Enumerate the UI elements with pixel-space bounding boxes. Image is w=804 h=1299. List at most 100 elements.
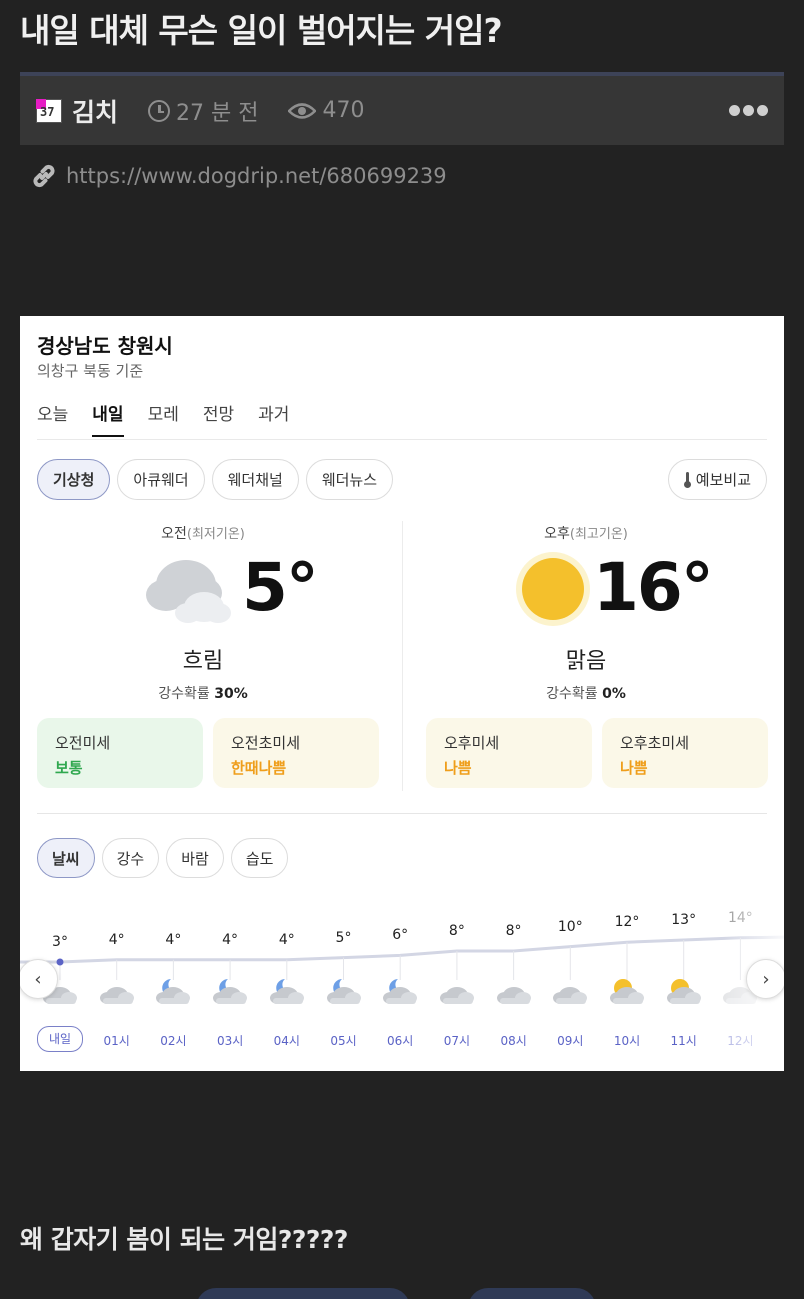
post-title: 내일 대체 무슨 일이 벌어지는 거임? (20, 11, 503, 50)
hourly-forecast: 3° 내일 4° 01시 4° 02시 4° 03시 4° 04시 5° 05시 6° 06시 8° 07시 8… (20, 906, 784, 1056)
more-options-icon[interactable] (729, 105, 768, 116)
hourly-item: 4° 03시 (202, 906, 258, 1056)
recommend-button[interactable] (196, 1288, 410, 1299)
hourly-temp: 4° (278, 931, 295, 948)
cloud-moon-icon (269, 979, 304, 1004)
weather-card: 경상남도 창원시 의창구 북동 기준 오늘 내일 모레 전망 과거 기상청 아큐… (20, 316, 784, 1071)
am-condition: 흐림 (182, 649, 224, 674)
pm-ultrafine-dust[interactable]: 오후초미세 나쁨 (602, 718, 768, 788)
tabs-divider (37, 439, 767, 440)
day-tabs: 오늘 내일 모레 전망 과거 (37, 400, 289, 437)
author-level-badge: 37 (36, 98, 62, 123)
hourly-time[interactable]: 내일 (37, 1026, 83, 1052)
sun-icon (516, 552, 590, 626)
source-chip-accuweather[interactable]: 아큐웨더 (117, 459, 205, 500)
pm-condition: 맑음 (565, 649, 607, 674)
hourly-temp: 4° (165, 931, 182, 948)
source-chip-weatherchannel[interactable]: 웨더채널 (211, 459, 299, 500)
tab-day-after[interactable]: 모레 (148, 400, 179, 437)
tab-today[interactable]: 오늘 (37, 400, 68, 437)
view-count-text: 470 (322, 98, 365, 123)
metric-tab-precipitation[interactable]: 강수 (101, 838, 160, 878)
cloud-icon (439, 987, 474, 1004)
hourly-temp: 8° (505, 923, 522, 939)
hourly-time: 07시 (443, 1034, 471, 1048)
cloud-icon (146, 560, 231, 623)
hourly-time: 08시 (500, 1034, 527, 1048)
location-subtitle: 의창구 북동 기준 (37, 362, 144, 380)
metric-tab-weather[interactable]: 날씨 (37, 838, 95, 878)
hourly-item: 12° 10시 (599, 906, 655, 1056)
hourly-temp: 3° (52, 934, 68, 950)
eye-icon (288, 102, 317, 119)
forecast-compare-button[interactable]: 예보비교 (667, 459, 767, 500)
cloud-sun-icon (666, 979, 701, 1004)
hourly-temp: 4° (108, 931, 125, 948)
link-icon (33, 164, 55, 188)
hourly-time: 06시 (387, 1034, 414, 1048)
hourly-time: 10시 (613, 1034, 641, 1048)
hourly-item: 10° 09시 (542, 906, 598, 1056)
post-meta-bar: 37 김치 27 분 전 470 (20, 72, 784, 145)
hourly-temp: 13° (671, 912, 697, 928)
hourly-temp: 8° (448, 923, 465, 939)
pm-temperature: 16° (593, 549, 714, 626)
pm-label: 오후(최고기온) (544, 526, 628, 542)
hourly-item: 13° 11시 (656, 906, 712, 1056)
hourly-time: 03시 (216, 1034, 244, 1048)
metric-tab-wind[interactable]: 바람 (166, 838, 224, 878)
cloud-icon (496, 987, 531, 1004)
hourly-temp: 4° (222, 931, 239, 948)
hourly-item: 8° 07시 (429, 906, 485, 1056)
clock-icon (148, 99, 171, 122)
cloud-icon (553, 987, 588, 1004)
hourly-item: 4° 01시 (89, 906, 145, 1056)
author[interactable]: 37 김치 (36, 93, 118, 129)
hourly-item: 8° 08시 (486, 906, 542, 1056)
hourly-time: 02시 (160, 1034, 187, 1048)
hourly-time: 05시 (330, 1034, 357, 1048)
source-chip-kma[interactable]: 기상청 (37, 459, 111, 500)
hourly-time: 11시 (670, 1034, 697, 1048)
metric-tabs: 날씨 강수 바람 습도 (37, 838, 289, 878)
hourly-temp: 10° (557, 918, 583, 935)
tab-past[interactable]: 과거 (258, 400, 289, 437)
location-title: 경상남도 창원시 (37, 334, 173, 358)
am-label: 오전(최저기온) (161, 526, 245, 542)
hourly-temp: 14° (727, 909, 753, 926)
cloud-icon (99, 987, 134, 1004)
cloud-moon-icon (383, 979, 418, 1004)
cloud-moon-icon (156, 979, 191, 1004)
forecast-compare-label: 예보비교 (695, 471, 751, 489)
thermometer-icon (683, 472, 691, 488)
hourly-item: 4° 04시 (259, 906, 315, 1056)
hourly-time: 01시 (103, 1034, 130, 1048)
post-time-text: 27 분 전 (176, 100, 259, 126)
hourly-item: 4° 02시 (145, 906, 201, 1056)
hourly-item: 5° 05시 (316, 906, 372, 1056)
author-name[interactable]: 김치 (72, 93, 118, 129)
post-time: 27 분 전 (148, 95, 258, 127)
hourly-time: 12시 (727, 1034, 754, 1048)
am-fine-dust[interactable]: 오전미세 보통 (37, 718, 203, 788)
metric-tab-humidity[interactable]: 습도 (230, 838, 289, 878)
cloud-moon-icon (326, 979, 361, 1004)
post-url[interactable]: https://www.dogdrip.net/680699239 (66, 164, 447, 188)
pm-fine-dust[interactable]: 오후미세 나쁨 (426, 718, 592, 788)
hourly-temp: 5° (335, 929, 352, 946)
hourly-temp: 6° (392, 927, 409, 944)
post-link[interactable]: https://www.dogdrip.net/680699239 (30, 162, 447, 190)
hourly-temp: 12° (614, 914, 640, 931)
hourly-time: 09시 (557, 1034, 584, 1048)
tab-tomorrow[interactable]: 내일 (92, 400, 124, 437)
section-divider (37, 813, 767, 814)
hourly-next-button[interactable]: › (746, 959, 784, 999)
tab-outlook[interactable]: 전망 (203, 400, 234, 437)
am-ultrafine-dust[interactable]: 오전초미세 한때나쁨 (213, 718, 379, 788)
am-temperature: 5° (242, 549, 319, 626)
am-precipitation: 강수확률 30% (158, 686, 248, 702)
source-chip-weathernews[interactable]: 웨더뉴스 (305, 459, 394, 500)
hourly-time: 04시 (273, 1034, 300, 1048)
secondary-action-button[interactable] (468, 1288, 596, 1299)
hourly-item: 6° 06시 (372, 906, 428, 1056)
